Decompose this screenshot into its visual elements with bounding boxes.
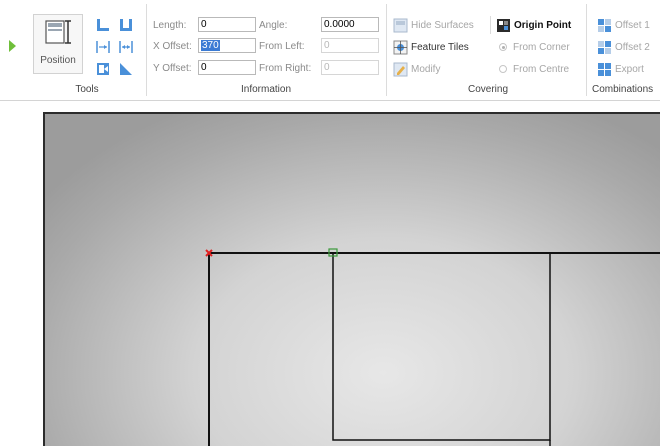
modify-button[interactable]: Modify — [393, 62, 487, 78]
from-centre-radio[interactable]: From Centre — [496, 62, 586, 78]
x-offset-field[interactable]: 370 — [198, 38, 256, 53]
hide-surfaces-button[interactable]: Hide Surfaces — [393, 18, 487, 34]
angle-field[interactable]: 0.0000 — [321, 17, 379, 32]
spacing-icon[interactable] — [118, 39, 134, 55]
modify-label: Modify — [411, 64, 441, 75]
from-right-label: From Right: — [259, 63, 312, 74]
offset2-icon — [598, 41, 611, 54]
x-offset-selected-text: 370 — [201, 40, 220, 51]
origin-point-icon — [497, 19, 510, 32]
offset1-label: Offset 1 — [615, 20, 650, 31]
feature-tiles-label: Feature Tiles — [411, 42, 469, 53]
length-field[interactable]: 0 — [198, 17, 256, 32]
combinations-group-label: Combinations — [592, 84, 654, 95]
offset2-label: Offset 2 — [615, 42, 650, 53]
radio-selected-icon — [499, 43, 507, 51]
from-centre-label: From Centre — [513, 64, 570, 75]
drawing-svg — [205, 248, 660, 446]
radio-unselected-icon — [499, 65, 507, 73]
from-left-field[interactable]: 0 — [321, 38, 379, 53]
align-edge-icon[interactable] — [95, 61, 111, 77]
export-button[interactable]: Export — [597, 62, 660, 78]
expand-arrow-icon[interactable] — [9, 40, 16, 52]
y-offset-field[interactable]: 0 — [198, 60, 256, 75]
u-shape-icon[interactable] — [118, 17, 134, 33]
x-offset-label: X Offset: — [153, 41, 192, 52]
tools-group-label: Tools — [75, 84, 99, 95]
position-button-label: Position — [40, 55, 76, 66]
covering-group-label: Covering — [467, 84, 509, 95]
from-corner-radio[interactable]: From Corner — [496, 40, 586, 56]
feature-tiles-icon — [393, 40, 408, 55]
group-separator — [146, 4, 147, 96]
hide-surfaces-icon — [393, 18, 408, 33]
corner-left-icon[interactable] — [95, 17, 111, 33]
modify-icon — [393, 62, 408, 77]
ribbon-toolbar: Position Tools Length: 0 X Offset: 370 Y… — [0, 0, 660, 101]
length-label: Length: — [153, 20, 187, 31]
offset2-button[interactable]: Offset 2 — [597, 40, 660, 56]
information-group-label: Information — [240, 84, 292, 95]
origin-point-label: Origin Point — [514, 20, 572, 31]
triangle-icon[interactable] — [118, 61, 134, 77]
origin-point-button[interactable]: Origin Point — [496, 18, 586, 34]
angle-label: Angle: — [259, 20, 288, 31]
from-left-label: From Left: — [259, 41, 305, 52]
outer-shape-outline — [208, 252, 660, 446]
position-button[interactable]: Position — [33, 14, 83, 74]
group-separator — [586, 4, 587, 96]
from-right-field[interactable]: 0 — [321, 60, 379, 75]
divider — [490, 16, 491, 34]
hide-surfaces-label: Hide Surfaces — [411, 20, 474, 31]
export-label: Export — [615, 64, 644, 75]
offset1-icon — [598, 19, 611, 32]
feature-tiles-button[interactable]: Feature Tiles — [393, 40, 487, 56]
horizontal-distribute-icon[interactable] — [95, 39, 111, 55]
position-icon — [45, 20, 71, 44]
group-separator — [386, 4, 387, 96]
export-icon — [598, 63, 611, 76]
y-offset-label: Y Offset: — [153, 63, 192, 74]
from-corner-label: From Corner — [513, 42, 570, 53]
drawing-canvas[interactable] — [43, 112, 660, 446]
inner-rectangle-outline — [332, 253, 551, 441]
offset1-button[interactable]: Offset 1 — [597, 18, 660, 34]
